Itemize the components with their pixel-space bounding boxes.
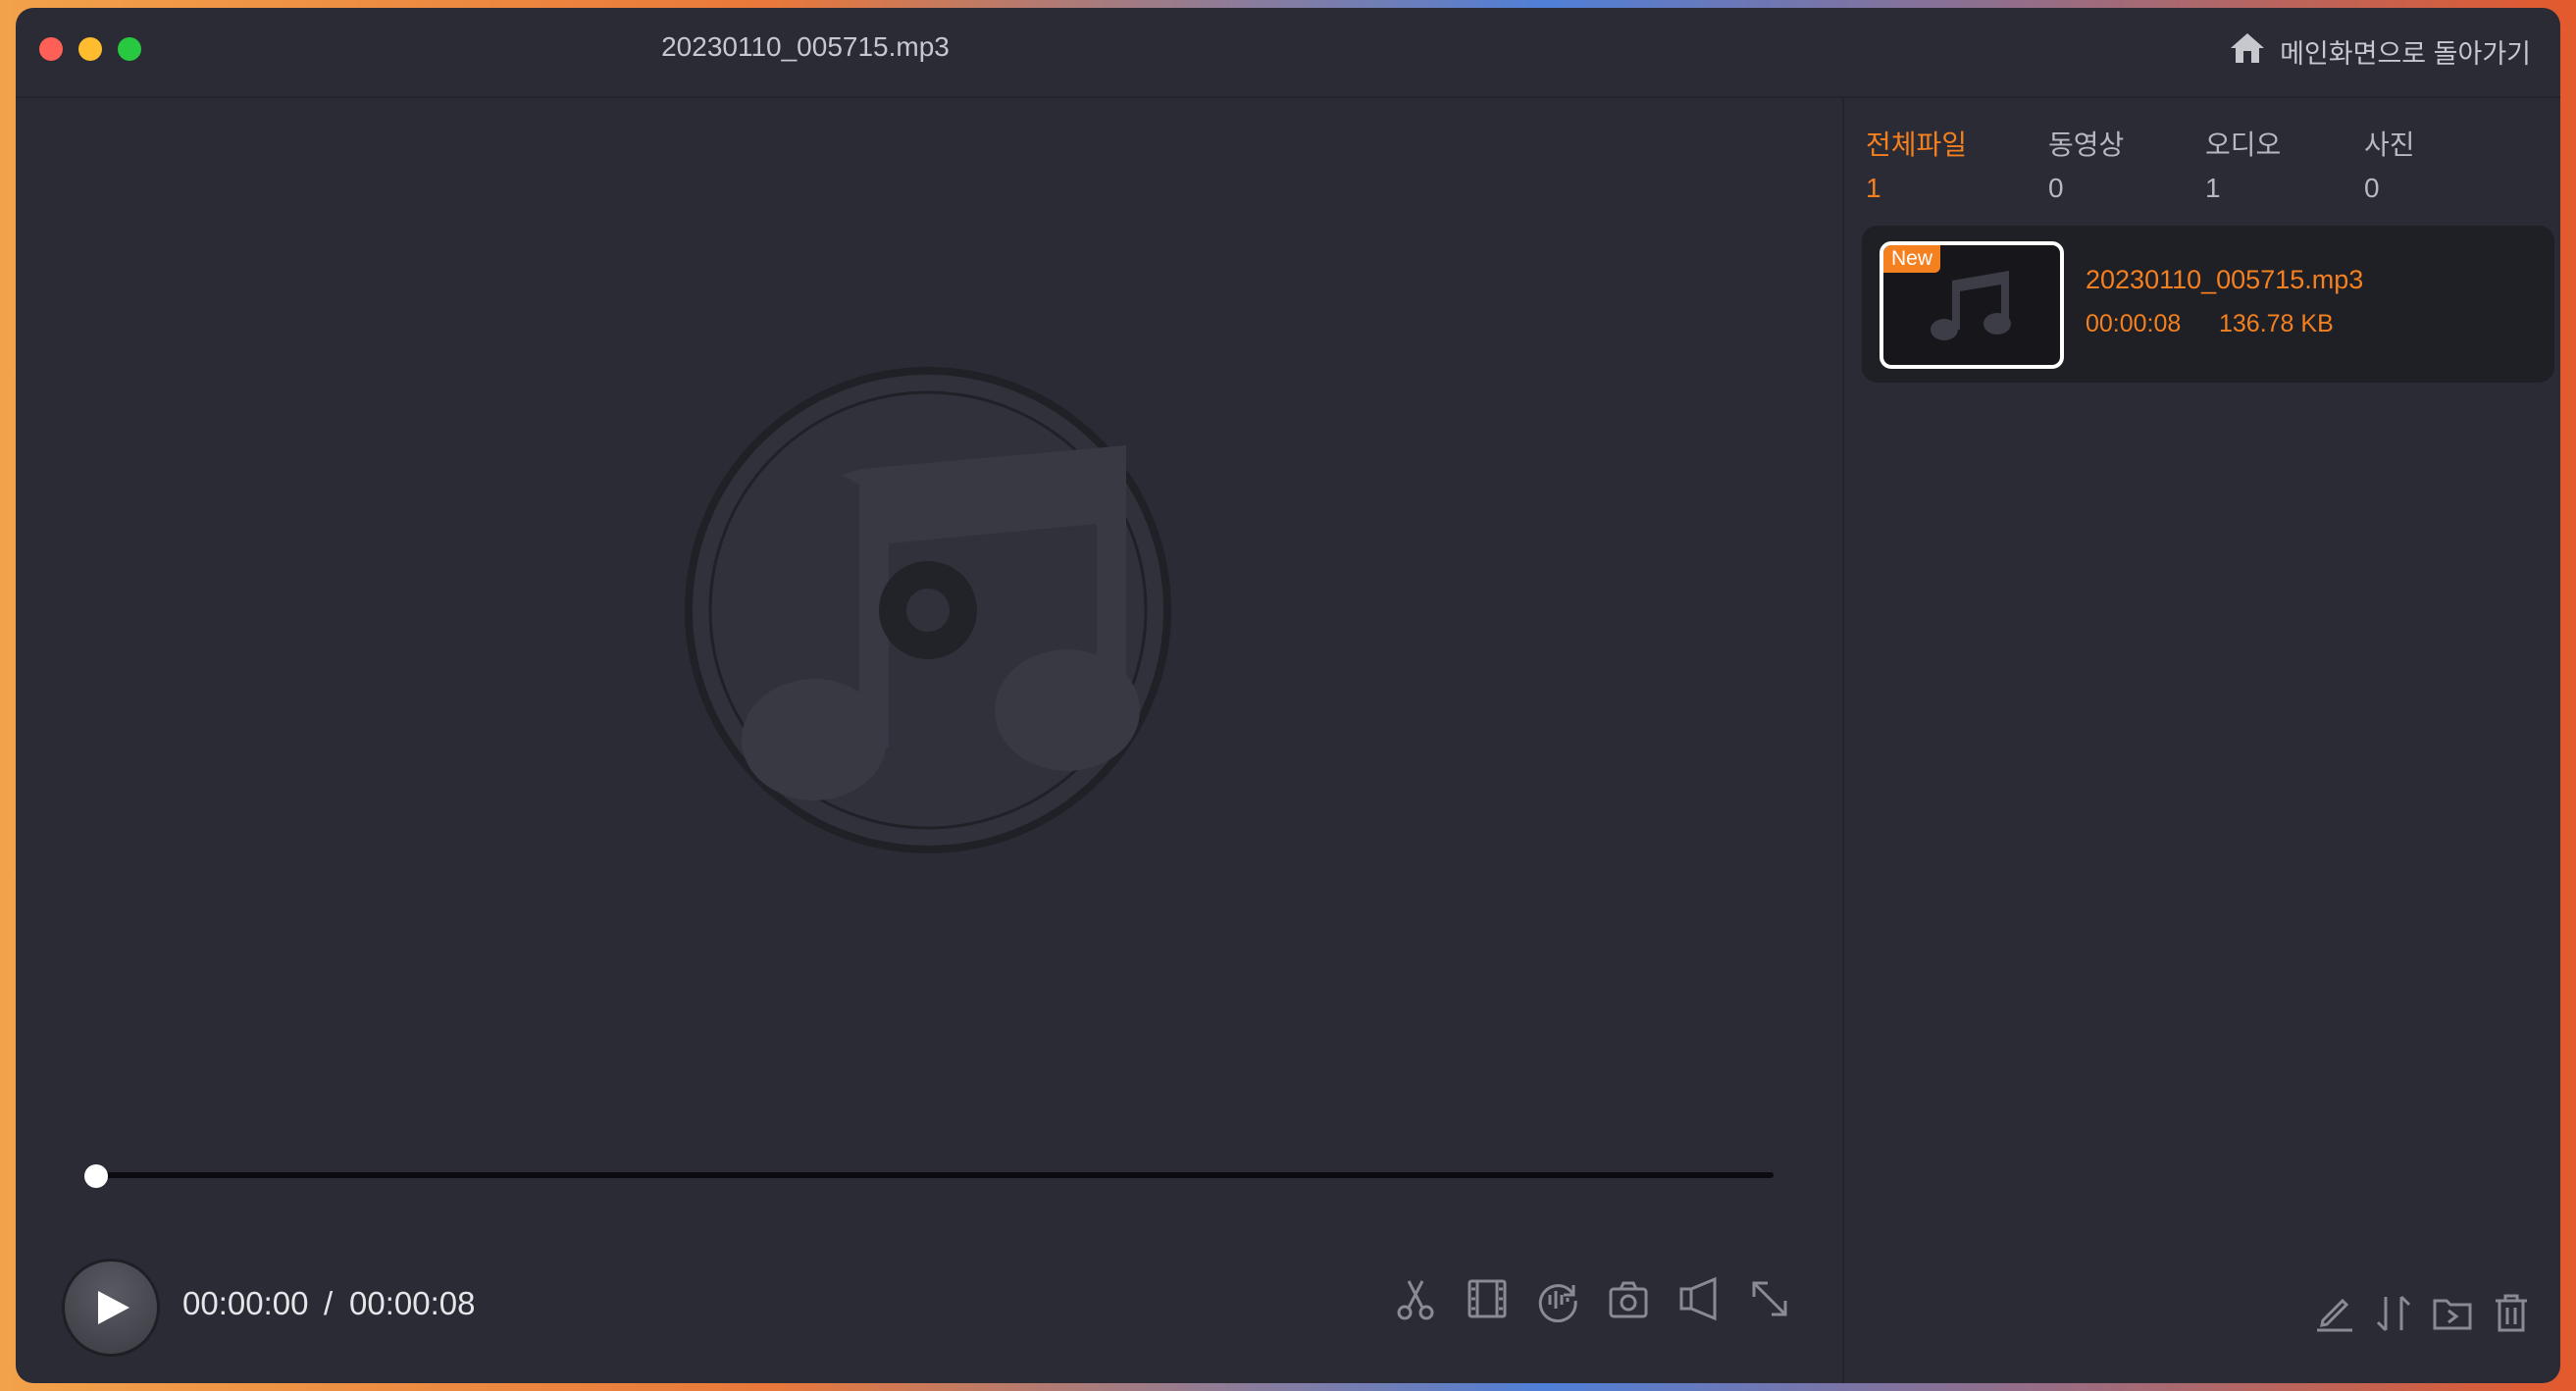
tab-count: 0	[2364, 173, 2380, 203]
tab-videos[interactable]: 동영상 0	[2048, 124, 2124, 204]
file-list-item[interactable]: New 20230110_005715.mp3 00:00:08 136.78 …	[1862, 226, 2554, 383]
app-window: 20230110_005715.mp3 메인화면으로 돌아가기 0 0:00:00…	[16, 8, 2560, 1383]
film-strip-icon[interactable]	[1464, 1275, 1511, 1322]
progress-bar[interactable]	[94, 1172, 1774, 1178]
total-time: 00:00:08	[349, 1285, 476, 1321]
delete-icon[interactable]	[2490, 1291, 2533, 1334]
move-folder-icon[interactable]	[2431, 1291, 2474, 1334]
file-name: 20230110_005715.mp3	[2086, 265, 2364, 294]
tab-label: 동영상	[2048, 129, 2125, 160]
tab-count: 0	[2048, 173, 2064, 203]
cut-icon[interactable]	[1393, 1275, 1440, 1322]
window-title: 20230110_005715.mp3	[661, 31, 950, 62]
audio-loop-icon[interactable]	[1534, 1275, 1581, 1323]
tab-label: 전체파일	[1866, 129, 1968, 160]
sort-icon[interactable]	[2372, 1291, 2415, 1334]
play-button[interactable]	[65, 1262, 157, 1354]
play-icon	[98, 1291, 129, 1324]
tab-label: 오디오	[2205, 129, 2282, 160]
file-size: 136.78 KB	[2219, 310, 2334, 337]
fullscreen-icon[interactable]	[1746, 1275, 1793, 1322]
tab-count: 1	[1866, 173, 1881, 203]
edit-icon[interactable]	[2313, 1291, 2356, 1334]
tab-count: 1	[2205, 173, 2221, 203]
music-note-icon	[1931, 271, 2011, 340]
speaker-icon[interactable]	[1675, 1275, 1723, 1322]
tab-audio[interactable]: 오디오 1	[2205, 124, 2281, 204]
player-area: 00:00:00 / 00:00:08	[16, 98, 1840, 1383]
time-separator: /	[324, 1285, 334, 1321]
current-time: 00:00:00	[182, 1285, 309, 1321]
title-bar: 20230110_005715.mp3 메인화면으로 돌아가기	[16, 8, 2560, 98]
file-thumbnail: New	[1880, 241, 2064, 369]
home-icon	[2229, 31, 2266, 72]
progress-handle[interactable]	[84, 1164, 108, 1188]
back-to-home-button[interactable]: 메인화면으로 돌아가기	[2229, 31, 2531, 72]
file-sidebar: 전체파일 1 동영상 0 오디오 1 사진 0 New 20230110_005…	[1842, 98, 2560, 1383]
home-link-label: 메인화면으로 돌아가기	[2280, 39, 2531, 69]
camera-icon[interactable]	[1605, 1275, 1652, 1322]
music-disc-artwork	[683, 365, 1173, 855]
tab-photos[interactable]: 사진 0	[2364, 124, 2415, 204]
tab-all-files[interactable]: 전체파일 1	[1866, 124, 1967, 204]
tab-label: 사진	[2364, 129, 2415, 160]
file-duration: 00:00:08	[2086, 310, 2182, 337]
